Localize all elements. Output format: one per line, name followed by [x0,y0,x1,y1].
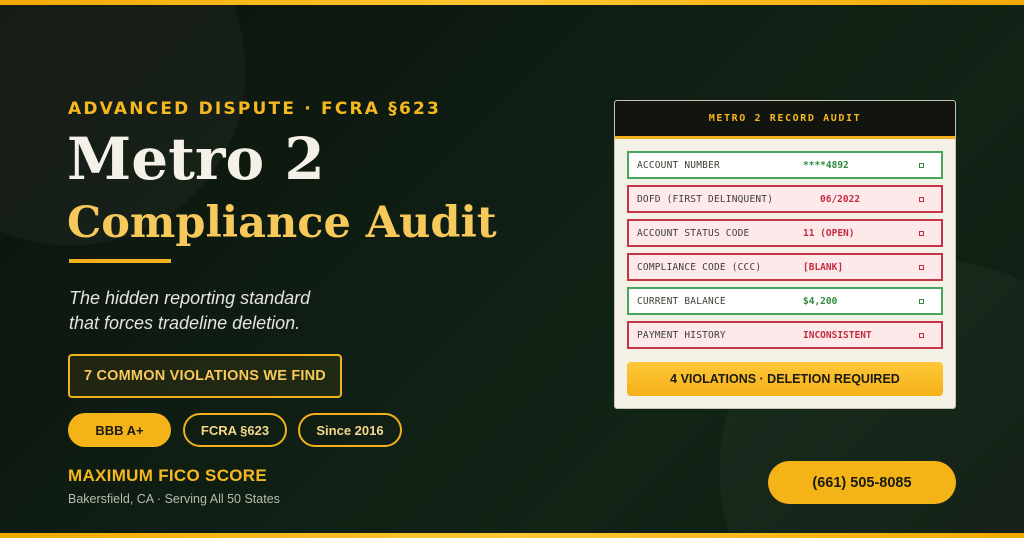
title-underline [69,259,171,263]
eyebrow-text: ADVANCED DISPUTE · FCRA §623 [68,99,442,119]
audit-row-current-balance: CURRENT BALANCE $4,200 [627,287,943,315]
audit-row-label: ACCOUNT STATUS CODE [637,227,750,239]
audit-row-dofd: DOFD (FIRST DELINQUENT) 06/2022 [627,185,943,213]
subtitle-line1: The hidden reporting standard [69,288,311,308]
subtitle: The hidden reporting standard that force… [69,286,399,336]
audit-row-value: [BLANK] [803,261,844,273]
top-accent-bar [0,0,1024,5]
subtitle-line2: that forces tradeline deletion. [69,313,301,333]
status-square-icon [919,162,924,168]
status-square-icon [919,298,924,304]
phone-call-button[interactable]: (661) 505-8085 [768,461,956,504]
audit-row-label: DOFD (FIRST DELINQUENT) [637,193,774,205]
page-title-line2: Compliance Audit [67,198,497,248]
audit-row-value: 11 (OPEN) [803,227,855,239]
audit-row-label: COMPLIANCE CODE (CCC) [637,261,762,273]
audit-row-payment-history: PAYMENT HISTORY INCONSISTENT [627,321,943,349]
audit-row-value: 06/2022 [820,193,861,205]
audit-row-label: ACCOUNT NUMBER [637,159,720,171]
brand-name: MAXIMUM FICO SCORE [68,466,268,485]
status-square-icon [919,264,924,270]
badge-since: Since 2016 [298,413,402,447]
audit-rows: ACCOUNT NUMBER ****4892 DOFD (FIRST DELI… [615,139,955,349]
status-square-icon [919,196,924,202]
page-title-line1: Metro 2 [67,125,325,193]
bottom-accent-bar [0,533,1024,538]
audit-row-status-code: ACCOUNT STATUS CODE 11 (OPEN) [627,219,943,247]
status-square-icon [919,230,924,236]
audit-row-label: CURRENT BALANCE [637,295,726,307]
audit-card-header: METRO 2 RECORD AUDIT [615,101,955,139]
violations-summary-banner: 4 VIOLATIONS · DELETION REQUIRED [627,362,943,396]
audit-card: METRO 2 RECORD AUDIT ACCOUNT NUMBER ****… [614,100,956,409]
status-square-icon [919,332,924,338]
brand-location: Bakersfield, CA · Serving All 50 States [68,492,280,506]
audit-row-compliance-code: COMPLIANCE CODE (CCC) [BLANK] [627,253,943,281]
audit-row-value: INCONSISTENT [803,329,872,341]
badge-fcra: FCRA §623 [183,413,287,447]
audit-row-value: ****4892 [803,159,849,171]
audit-row-account-number: ACCOUNT NUMBER ****4892 [627,151,943,179]
badge-bbb: BBB A+ [68,413,171,447]
audit-row-value: $4,200 [803,295,838,307]
violations-cta-button[interactable]: 7 COMMON VIOLATIONS WE FIND [68,354,342,398]
audit-row-label: PAYMENT HISTORY [637,329,726,341]
